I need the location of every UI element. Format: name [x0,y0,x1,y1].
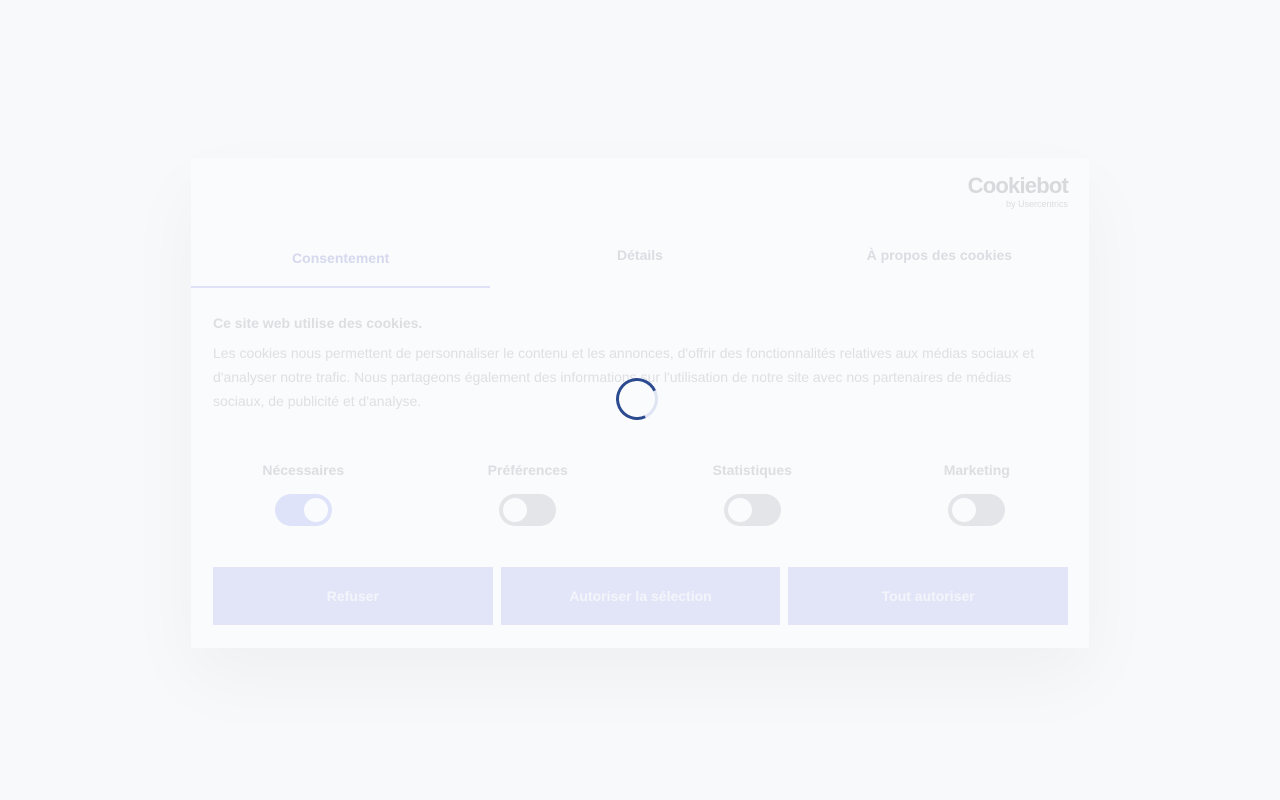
allow-selection-button[interactable]: Autoriser la sélection [500,567,781,625]
toggle-knob [952,498,977,522]
tab-details[interactable]: Détails [490,232,789,288]
statistics-toggle[interactable] [723,494,781,526]
category-toggles: Nécessaires Préférences Statistiques Mar… [191,460,1089,526]
tab-consent[interactable]: Consentement [191,232,491,288]
tab-bar: Consentement Détails À propos des cookie… [191,232,1089,288]
logo-wordmark: Cookiebot [967,173,1069,198]
category-label: Statistiques [712,462,792,478]
necessary-toggle[interactable] [274,494,332,526]
action-buttons: Refuser Autoriser la sélection Tout auto… [213,567,1069,625]
category-necessary: Nécessaires [191,460,416,526]
toggle-knob [503,498,528,522]
tab-about-cookies[interactable]: À propos des cookies [790,232,1089,288]
toggle-knob [727,498,752,522]
marketing-toggle[interactable] [948,494,1006,526]
toggle-knob [303,498,328,522]
preferences-toggle[interactable] [499,494,557,526]
logo-tagline: by Usercentrics [1005,199,1068,209]
category-preferences: Préférences [416,460,641,526]
category-marketing: Marketing [865,460,1090,526]
consent-heading: Ce site web utilise des cookies. [213,315,423,331]
deny-button[interactable]: Refuser [213,567,493,625]
category-statistics: Statistiques [640,460,865,526]
category-label: Nécessaires [262,462,345,478]
allow-all-button[interactable]: Tout autoriser [788,567,1069,625]
category-label: Préférences [487,462,568,478]
category-label: Marketing [943,462,1010,478]
cookiebot-logo: Cookiebot by Usercentrics [967,173,1069,210]
